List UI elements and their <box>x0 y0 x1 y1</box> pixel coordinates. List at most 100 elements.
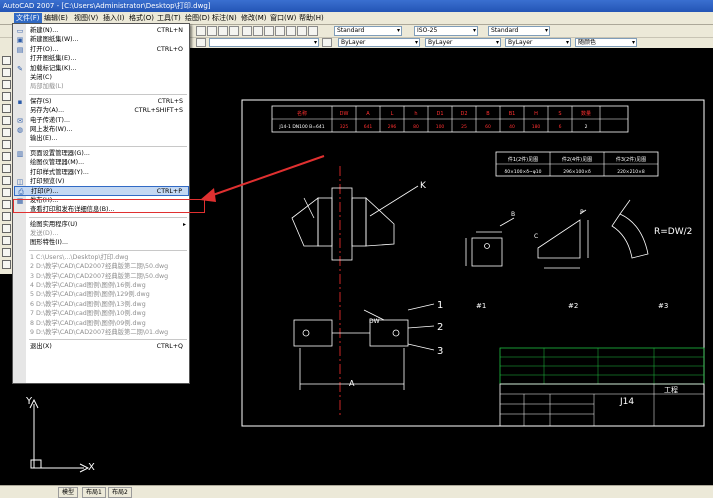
tab-layout2[interactable]: 布局2 <box>108 487 132 498</box>
menu-draw[interactable]: 绘图(D) <box>183 13 212 23</box>
annotation-arrow <box>200 155 325 202</box>
open-folder-icon: ▤ <box>16 45 24 54</box>
region-icon[interactable] <box>2 248 11 257</box>
menu-help[interactable]: 帮助(H) <box>297 13 326 23</box>
polyline-icon[interactable] <box>2 80 11 89</box>
table-cell: 60 <box>485 124 491 130</box>
page-setup-icon: ▥ <box>16 149 24 158</box>
table-header-cell: L <box>391 111 394 117</box>
table-cell: 100 <box>436 124 445 130</box>
axis-x-label: X <box>88 462 95 473</box>
gradient-icon[interactable] <box>2 236 11 245</box>
label-p: P <box>580 209 584 216</box>
line-tool-icon[interactable] <box>2 56 11 65</box>
table-header-cell: 名称 <box>297 110 307 117</box>
table-cell: 296 <box>388 124 397 130</box>
menu-dimension[interactable]: 标注(N) <box>210 13 239 23</box>
print-item-highlight-box <box>13 199 205 213</box>
dim-style-select[interactable]: ISO-25 <box>414 26 478 36</box>
hatch-icon[interactable] <box>2 224 11 233</box>
menu-item-label: 图形特性(I)... <box>30 239 68 247</box>
zoom-window-icon[interactable] <box>218 26 228 36</box>
menu-format[interactable]: 格式(O) <box>127 13 156 23</box>
file-menu-item-12[interactable]: 输出(E)... <box>14 134 189 144</box>
tool-palettes-icon[interactable] <box>264 26 274 36</box>
file-menu-item-36[interactable]: 退出(X) CTRL+Q <box>14 342 189 352</box>
menu-separator <box>29 93 187 95</box>
polygon-icon[interactable] <box>2 92 11 101</box>
menu-edit[interactable]: 编辑(E) <box>42 13 70 23</box>
table-style-select[interactable]: Standard <box>488 26 550 36</box>
etransmit-icon: ✉ <box>17 116 23 125</box>
lineweight-select[interactable]: ByLayer <box>505 38 571 47</box>
part-table-header: 件3(2件)见图 <box>616 156 646 163</box>
linetype-select[interactable]: ByLayer <box>425 38 501 47</box>
table-header-cell: H <box>534 111 538 117</box>
new-sheetset-icon: ▣ <box>16 36 24 45</box>
menu-file[interactable]: 文件(F) <box>14 13 42 23</box>
design-center-icon[interactable] <box>253 26 263 36</box>
menu-view[interactable]: 视图(V) <box>72 13 100 23</box>
tab-model[interactable]: 模型 <box>58 487 79 498</box>
spline-icon[interactable] <box>2 152 11 161</box>
help-icon[interactable] <box>308 26 318 36</box>
part-table-cell: δ0×100×δ~φ10 <box>505 169 542 175</box>
part3-drawing <box>611 199 649 259</box>
table-cell: 2 <box>585 124 588 130</box>
zoom-realtime-icon[interactable] <box>207 26 217 36</box>
circle-icon[interactable] <box>2 128 11 137</box>
menu-modify[interactable]: 修改(M) <box>239 13 269 23</box>
ellipse-arc-icon[interactable] <box>2 176 11 185</box>
print-preview-icon: ◫ <box>16 178 24 186</box>
pan-icon[interactable] <box>196 26 206 36</box>
insert-block-icon[interactable] <box>2 188 11 197</box>
table-header-cell: DW <box>340 111 349 117</box>
color-select[interactable]: ByLayer <box>338 38 420 47</box>
layer-manager-icon[interactable] <box>196 38 206 47</box>
table-cell: 25 <box>461 124 467 130</box>
table-cell: 325 <box>340 124 349 130</box>
text-style-select[interactable]: Standard <box>334 26 402 36</box>
ellipse-icon[interactable] <box>2 164 11 173</box>
file-menu-item-6: 局部加载(L) <box>14 82 189 92</box>
properties-icon[interactable] <box>242 26 252 36</box>
menu-tools[interactable]: 工具(T) <box>155 13 183 23</box>
arc-icon[interactable] <box>2 116 11 125</box>
window-title-bar: AutoCAD 2007 - [C:\Users\Administrator\D… <box>0 0 713 12</box>
label-dw: DW <box>369 318 380 325</box>
zoom-previous-icon[interactable] <box>229 26 239 36</box>
menu-item-label: 输出(E)... <box>30 135 58 143</box>
title-block-code: J14 <box>619 397 634 407</box>
markup-icon: ✎ <box>17 64 23 73</box>
menu-window[interactable]: 窗口(W) <box>268 13 298 23</box>
revision-cloud-icon[interactable] <box>2 140 11 149</box>
markup-set-icon[interactable] <box>286 26 296 36</box>
make-layer-current-icon[interactable] <box>322 38 332 47</box>
label-b: B <box>511 211 515 218</box>
table-header-cell: B1 <box>509 111 516 117</box>
table-header-cell: A <box>366 111 370 117</box>
part-table-cell: 296×100×δ <box>563 169 591 175</box>
calculator-icon[interactable] <box>297 26 307 36</box>
point-icon[interactable] <box>2 212 11 221</box>
rectangle-icon[interactable] <box>2 104 11 113</box>
title-block-name: 工程 <box>664 385 678 394</box>
drawing-border <box>241 99 705 427</box>
make-block-icon[interactable] <box>2 200 11 209</box>
menu-insert[interactable]: 插入(I) <box>101 13 127 23</box>
plot-style-select[interactable]: 随颜色 <box>575 38 637 47</box>
multiline-text-icon[interactable] <box>2 260 11 269</box>
layer-select[interactable] <box>209 38 319 47</box>
title-block: J14 工程 <box>499 347 705 427</box>
part-table-header: 件2(4件)见图 <box>562 156 592 163</box>
table-header-cell: D2 <box>460 111 467 117</box>
table-cell: 80 <box>413 124 419 130</box>
sheet-set-icon[interactable] <box>275 26 285 36</box>
tab-layout1[interactable]: 布局1 <box>82 487 106 498</box>
label-part1: #1 <box>476 302 486 310</box>
new-file-icon: ▭ <box>16 27 24 35</box>
construction-line-icon[interactable] <box>2 68 11 77</box>
file-menu-item-24[interactable]: 图形特性(I)... <box>14 238 189 248</box>
table-header-cell: B <box>486 111 490 117</box>
menu-separator <box>29 216 187 218</box>
